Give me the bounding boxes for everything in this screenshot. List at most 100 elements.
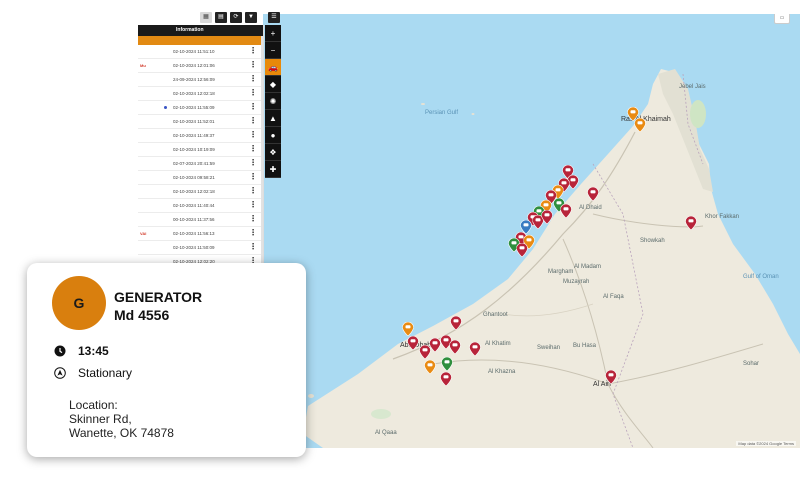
vehicle-marker-icon[interactable]	[441, 357, 453, 371]
vehicle-marker-icon[interactable]	[450, 316, 462, 330]
status-row: Stationary	[54, 366, 132, 380]
filter-list-icon[interactable]: ▤	[215, 12, 227, 23]
row-menu-icon[interactable]: ⋮	[249, 241, 257, 253]
map-place-label: Al Madam	[574, 264, 602, 270]
table-row[interactable]: 24-09-2024 12:56:09 ⋮	[138, 73, 263, 87]
location-label: Location:	[69, 398, 118, 412]
vehicle-marker-icon[interactable]	[402, 322, 414, 336]
table-row[interactable]: 02-10-2024 12:02:18 ⋮	[138, 185, 263, 199]
row-timestamp: 02-10-2024 12:02:18	[173, 91, 215, 96]
row-timestamp: 02-10-2024 11:52:01	[173, 119, 215, 124]
row-menu-icon[interactable]: ⋮	[249, 115, 257, 127]
table-row[interactable]: 00-10-2024 11:37:56 ⋮	[138, 213, 263, 227]
layers-tool-button[interactable]: ❖	[265, 144, 281, 161]
table-row[interactable]: 02-07-2024 20:41:59 ⋮	[138, 157, 263, 171]
columns-icon[interactable]: ☰	[268, 12, 280, 23]
row-menu-icon[interactable]: ⋮	[249, 73, 257, 85]
map-place-label: Muzayrah	[563, 279, 590, 285]
vehicle-title: GENERATOR Md 4556	[114, 288, 294, 324]
funnel-icon[interactable]: ▼	[245, 12, 257, 23]
vehicle-model: Md 4556	[114, 307, 170, 323]
row-menu-icon[interactable]: ⋮	[249, 101, 257, 113]
vehicle-avatar: G	[52, 276, 106, 330]
address-line-2: Wanette, OK 74878	[69, 426, 174, 440]
row-menu-icon[interactable]: ⋮	[249, 129, 257, 141]
vehicle-marker-icon[interactable]	[424, 360, 436, 374]
row-menu-icon[interactable]: ⋮	[249, 199, 257, 211]
row-timestamp: 02-10-2024 11:51:10	[173, 49, 215, 54]
refresh-icon[interactable]: ⟳	[230, 12, 242, 23]
row-menu-icon[interactable]: ⋮	[249, 59, 257, 71]
row-timestamp: 02-10-2024 11:55:09	[173, 105, 215, 110]
map-place-label: Khor Fakkan	[705, 214, 740, 220]
address-line-1: Skinner Rd,	[69, 412, 132, 426]
crosshair-tool-button[interactable]: ✚	[265, 161, 281, 178]
navigation-arrow-icon	[54, 367, 66, 379]
vehicle-marker-icon[interactable]	[541, 210, 553, 224]
row-timestamp: 02-10-2024 12:02:18	[173, 189, 215, 194]
row-menu-icon[interactable]: ⋮	[249, 227, 257, 239]
location-tool-button[interactable]: ●	[265, 127, 281, 144]
table-row[interactable]: 02-10-2024 11:50:09 ⋮	[138, 241, 263, 255]
location-block: Location: Skinner Rd, Wanette, OK 74878	[69, 398, 174, 440]
zoom-in-button[interactable]: +	[265, 25, 281, 42]
table-row[interactable]: 02-10-2024 09:58:21 ⋮	[138, 171, 263, 185]
map-place-label: Al Khatim	[485, 341, 511, 347]
row-timestamp: 02-10-2024 11:49:37	[173, 133, 215, 138]
vehicle-marker-icon[interactable]	[429, 338, 441, 352]
zoom-out-button[interactable]: −	[265, 42, 281, 59]
row-menu-icon[interactable]: ⋮	[249, 87, 257, 99]
vehicle-table: Information 02-10-2024 11:51:10 ⋮ Mu 02-10-…	[138, 25, 264, 273]
vehicle-marker-icon[interactable]	[685, 216, 697, 230]
table-row[interactable]: 02-10-2024 11:52:01 ⋮	[138, 115, 263, 129]
vehicle-marker-icon[interactable]	[560, 204, 572, 218]
vehicle-info-card: G GENERATOR Md 4556 13:45 Stationary Loc…	[27, 263, 306, 457]
map-land	[303, 69, 800, 448]
row-timestamp: 02-10-2024 11:40:44	[173, 203, 215, 208]
geofence-tool-button[interactable]: ▲	[265, 110, 281, 127]
map-type-toggle[interactable]: ▭	[774, 14, 790, 24]
vehicle-marker-icon[interactable]	[634, 118, 646, 132]
table-row[interactable]: 02-10-2024 12:02:18 ⋮	[138, 87, 263, 101]
row-timestamp: 02-10-2024 11:56:13	[173, 231, 215, 236]
vehicle-tool-button[interactable]: 🚗	[265, 59, 281, 76]
table-row[interactable]: 02-10-2024 11:40:44 ⋮	[138, 199, 263, 213]
row-timestamp: 02-10-2024 12:01:06	[173, 63, 215, 68]
map-toolbar: + − 🚗 ◆ ✺ ▲ ● ❖ ✚	[265, 25, 281, 178]
vehicle-marker-icon[interactable]	[605, 370, 617, 384]
row-timestamp: 02-10-2024 11:50:09	[173, 245, 215, 250]
table-row[interactable]: Mu 02-10-2024 12:01:06 ⋮	[138, 59, 263, 73]
vehicle-marker-icon[interactable]	[407, 336, 419, 350]
grid-icon[interactable]: ▦	[200, 12, 212, 23]
vehicle-marker-icon[interactable]	[516, 243, 528, 257]
row-timestamp: 24-09-2024 12:56:09	[173, 77, 215, 82]
table-scrollbar[interactable]	[261, 36, 263, 273]
table-row[interactable]: VAI 02-10-2024 11:56:13 ⋮	[138, 227, 263, 241]
row-tag: Mu	[140, 63, 146, 68]
column-header-information[interactable]: Information	[138, 25, 263, 36]
table-row[interactable]: 02-10-2024 11:51:10 ⋮	[138, 45, 263, 59]
vehicle-marker-icon[interactable]	[587, 187, 599, 201]
tag-tool-button[interactable]: ◆	[265, 76, 281, 93]
row-menu-icon[interactable]: ⋮	[249, 171, 257, 183]
row-menu-icon[interactable]: ⋮	[249, 45, 257, 57]
status-dot	[164, 106, 167, 109]
vehicle-marker-icon[interactable]	[469, 342, 481, 356]
row-menu-icon[interactable]: ⋮	[249, 185, 257, 197]
map-place-label: Al Qaaa	[375, 430, 397, 436]
row-menu-icon[interactable]: ⋮	[249, 213, 257, 225]
table-row[interactable]: 02-10-2024 11:55:09 ⋮	[138, 101, 263, 115]
vehicle-marker-icon[interactable]	[449, 340, 461, 354]
row-timestamp: 02-10-2024 09:58:21	[173, 175, 215, 180]
row-timestamp: 02-10-2024 10:19:09	[173, 147, 215, 152]
map-view[interactable]: Ras Al Khaimah Jebel Jais Khor Fakkan Al Dh…	[263, 14, 800, 448]
vehicle-marker-icon[interactable]	[440, 372, 452, 386]
row-menu-icon[interactable]: ⋮	[249, 143, 257, 155]
table-row[interactable]: 02-10-2024 10:19:09 ⋮	[138, 143, 263, 157]
row-timestamp: 00-10-2024 11:37:56	[173, 217, 215, 222]
map-place-label: Bu Hasa	[573, 343, 597, 349]
row-menu-icon[interactable]: ⋮	[249, 157, 257, 169]
selected-row-highlight[interactable]	[138, 36, 263, 45]
table-row[interactable]: 02-10-2024 11:49:37 ⋮	[138, 129, 263, 143]
settings-tool-button[interactable]: ✺	[265, 93, 281, 110]
